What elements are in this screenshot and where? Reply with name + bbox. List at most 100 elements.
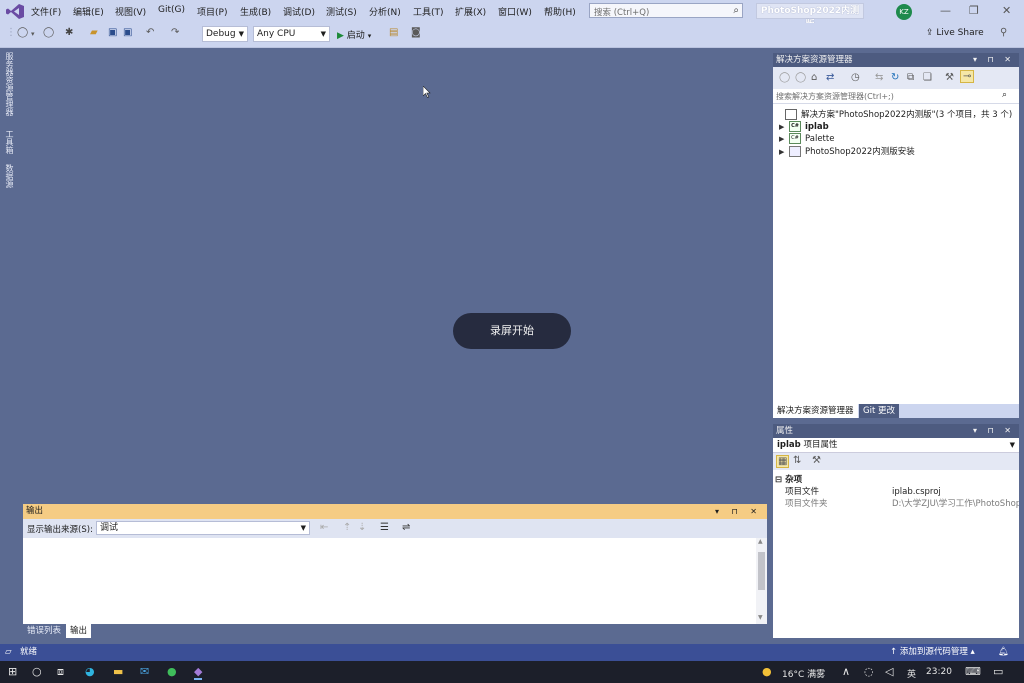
project-node-installer[interactable]: ▶ PhotoShop2022内测版安装 bbox=[779, 145, 915, 157]
tab-server-explorer[interactable]: 服务器资源管理器 bbox=[5, 52, 15, 116]
menu-file[interactable]: 文件(F) bbox=[31, 5, 61, 18]
config-dropdown[interactable]: Debug ▼ bbox=[202, 26, 248, 42]
back-icon[interactable]: ◯ bbox=[17, 27, 28, 38]
save-all-icon[interactable]: ▣ bbox=[123, 27, 132, 38]
panel-controls[interactable]: ▾ ⊓ ✕ bbox=[715, 504, 762, 519]
clear-all-icon[interactable]: ☰ bbox=[380, 522, 389, 533]
feedback-icon[interactable]: ⚲ bbox=[1000, 27, 1007, 38]
prev-message-icon[interactable]: ⇡ bbox=[343, 522, 351, 533]
menu-build[interactable]: 生成(B) bbox=[240, 5, 271, 18]
menu-project[interactable]: 项目(P) bbox=[197, 5, 227, 18]
show-all-files-icon[interactable]: ❏ bbox=[923, 72, 932, 83]
menu-analyze[interactable]: 分析(N) bbox=[369, 5, 401, 18]
property-category[interactable]: ⊟ 杂项 bbox=[773, 474, 1021, 486]
collapse-all-icon[interactable]: ⧉ bbox=[907, 72, 914, 83]
wrench-icon[interactable]: ⚒ bbox=[945, 72, 954, 83]
tab-toolbox[interactable]: 工具箱 bbox=[5, 130, 15, 154]
back-dropdown-icon[interactable]: ▾ bbox=[31, 30, 35, 38]
project-node-palette[interactable]: ▶ C# Palette bbox=[779, 133, 834, 144]
alphabetical-icon[interactable]: ⇅ bbox=[793, 455, 801, 466]
menu-edit[interactable]: 编辑(E) bbox=[73, 5, 104, 18]
menu-help[interactable]: 帮助(H) bbox=[544, 5, 576, 18]
menu-window[interactable]: 窗口(W) bbox=[498, 5, 532, 18]
expand-icon[interactable]: ▶ bbox=[779, 148, 789, 156]
mail-icon[interactable]: ✉ bbox=[140, 665, 149, 678]
pin-icon[interactable]: ⊸ bbox=[960, 70, 975, 83]
file-explorer-icon[interactable]: ▬ bbox=[113, 665, 123, 678]
edge-browser-icon[interactable]: ◕ bbox=[85, 665, 95, 678]
word-wrap-icon[interactable]: ⇌ bbox=[402, 522, 410, 533]
scroll-down-icon[interactable]: ▼ bbox=[758, 614, 763, 621]
weather-text[interactable]: 16°C 满雾 bbox=[782, 667, 825, 680]
source-control-button[interactable]: ↑ 添加到源代码管理 ▴ bbox=[890, 644, 975, 661]
task-view-icon[interactable]: ⧈ bbox=[57, 665, 64, 679]
property-pages-icon[interactable]: ⚒ bbox=[812, 455, 821, 466]
collapse-icon[interactable]: ⊟ bbox=[775, 475, 782, 485]
property-row[interactable]: 项目文件 iplab.csproj bbox=[773, 486, 1019, 498]
expand-icon[interactable]: ▶ bbox=[779, 135, 789, 143]
ime-mode-icon[interactable]: ⌨ bbox=[965, 665, 981, 678]
new-project-icon[interactable]: ✱ bbox=[65, 27, 73, 38]
output-scrollbar[interactable]: ▲ ▼ bbox=[756, 538, 767, 624]
menu-test[interactable]: 测试(S) bbox=[326, 5, 357, 18]
menu-tools[interactable]: 工具(T) bbox=[413, 5, 444, 18]
close-icon[interactable]: ✕ bbox=[1002, 4, 1011, 17]
network-icon[interactable]: ◌ bbox=[864, 665, 874, 678]
forward-icon[interactable]: ◯ bbox=[43, 27, 54, 38]
open-folder-icon[interactable]: ▰ bbox=[90, 27, 98, 38]
next-message-icon[interactable]: ⇣ bbox=[358, 522, 366, 533]
input-method-indicator[interactable]: 英 bbox=[907, 667, 916, 680]
screenshot-icon[interactable]: ◙ bbox=[411, 27, 421, 38]
action-center-icon[interactable]: ▭ bbox=[993, 665, 1003, 678]
wechat-icon[interactable]: ● bbox=[167, 665, 177, 678]
menu-extensions[interactable]: 扩展(X) bbox=[455, 5, 486, 18]
notification-bell-icon[interactable]: 🔔︎ bbox=[998, 644, 1009, 661]
forward-icon[interactable]: ◯ bbox=[795, 72, 806, 83]
panel-controls[interactable]: ▾ ⊓ ✕ bbox=[973, 53, 1015, 67]
windows-start-icon[interactable]: ⊞ bbox=[8, 665, 17, 678]
restore-icon[interactable]: ❐ bbox=[969, 4, 979, 17]
menu-debug[interactable]: 调试(D) bbox=[283, 5, 315, 18]
tab-git-changes[interactable]: Git 更改 bbox=[859, 404, 899, 418]
refresh-icon[interactable]: ↻ bbox=[891, 72, 899, 83]
tab-error-list[interactable]: 错误列表 bbox=[23, 624, 65, 638]
project-node-iplab[interactable]: ▶ C# iplab bbox=[779, 121, 829, 132]
output-text-area[interactable] bbox=[23, 538, 756, 624]
properties-object-selector[interactable]: iplab 项目属性 ▼ bbox=[773, 438, 1019, 453]
scroll-up-icon[interactable]: ▲ bbox=[758, 538, 763, 545]
sync-icon[interactable]: ⇆ bbox=[875, 72, 883, 83]
solution-node[interactable]: 解决方案"PhotoShop2022内测版"(3 个项目，共 3 个) bbox=[785, 108, 1012, 120]
clock[interactable]: 23:20 bbox=[926, 667, 952, 677]
expand-icon[interactable]: ▶ bbox=[779, 123, 789, 131]
platform-dropdown[interactable]: Any CPU ▼ bbox=[253, 26, 330, 42]
tray-chevron-icon[interactable]: ∧ bbox=[842, 665, 850, 678]
find-message-icon[interactable]: ⇤ bbox=[320, 522, 328, 533]
panel-controls[interactable]: ▾ ⊓ ✕ bbox=[973, 424, 1015, 438]
switch-views-icon[interactable]: ⇄ bbox=[826, 72, 834, 83]
avatar[interactable]: KZ bbox=[896, 4, 912, 20]
visual-studio-taskbar-icon[interactable]: ◆ bbox=[194, 665, 203, 680]
tab-output[interactable]: 输出 bbox=[66, 624, 92, 638]
home-icon[interactable]: ⌂ bbox=[811, 72, 817, 83]
volume-icon[interactable]: ◁ bbox=[885, 665, 893, 678]
tab-data-sources[interactable]: 数据源 bbox=[5, 164, 15, 188]
live-share-button[interactable]: ⇪ Live Share bbox=[926, 28, 984, 38]
save-icon[interactable]: ▣ bbox=[108, 27, 117, 38]
scroll-thumb[interactable] bbox=[758, 552, 765, 590]
menu-git[interactable]: Git(G) bbox=[158, 5, 185, 15]
visual-studio-logo-icon[interactable] bbox=[6, 4, 24, 19]
output-source-dropdown[interactable]: 调试 ▼ bbox=[96, 521, 310, 535]
start-button[interactable]: ▶ 启动 ▾ bbox=[337, 28, 371, 41]
back-icon[interactable]: ◯ bbox=[779, 72, 790, 83]
tab-solution-explorer[interactable]: 解决方案资源管理器 bbox=[773, 404, 858, 418]
search-icon[interactable]: ○ bbox=[32, 665, 42, 678]
categorized-icon[interactable]: ▦ bbox=[776, 455, 790, 468]
undo-icon[interactable]: ↶ bbox=[146, 27, 154, 38]
property-row[interactable]: 项目文件夹 D:\大学ZJU\学习工作\PhotoShop bbox=[773, 498, 1019, 510]
solution-explorer-search-input[interactable]: 搜索解决方案资源管理器(Ctrl+;) ⌕ bbox=[773, 89, 1019, 104]
pending-changes-icon[interactable]: ◷ bbox=[851, 72, 860, 83]
menu-view[interactable]: 视图(V) bbox=[115, 5, 146, 18]
redo-icon[interactable]: ↷ bbox=[171, 27, 179, 38]
search-input[interactable]: 搜索 (Ctrl+Q) ⌕ bbox=[589, 3, 743, 18]
browse-icon[interactable]: ▤ bbox=[389, 27, 398, 38]
